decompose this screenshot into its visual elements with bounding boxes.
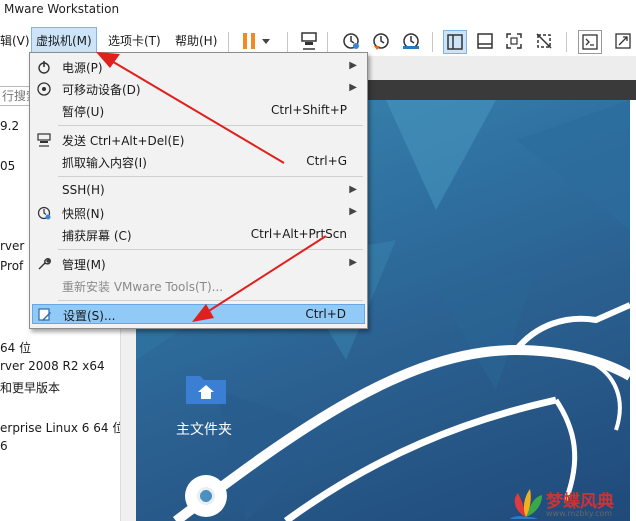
watermark-logo-icon bbox=[510, 489, 542, 519]
watermark-url: www.mzbky.com bbox=[546, 509, 613, 518]
annotation-arrowhead bbox=[192, 304, 214, 322]
annotation-arrows bbox=[96, 52, 327, 322]
annotation-arrow-line bbox=[109, 59, 285, 164]
annotation-arrow-line bbox=[203, 235, 327, 315]
annotation-arrowhead bbox=[96, 52, 120, 68]
watermark: 梦蝶风典 www.mzbky.com bbox=[506, 487, 636, 521]
